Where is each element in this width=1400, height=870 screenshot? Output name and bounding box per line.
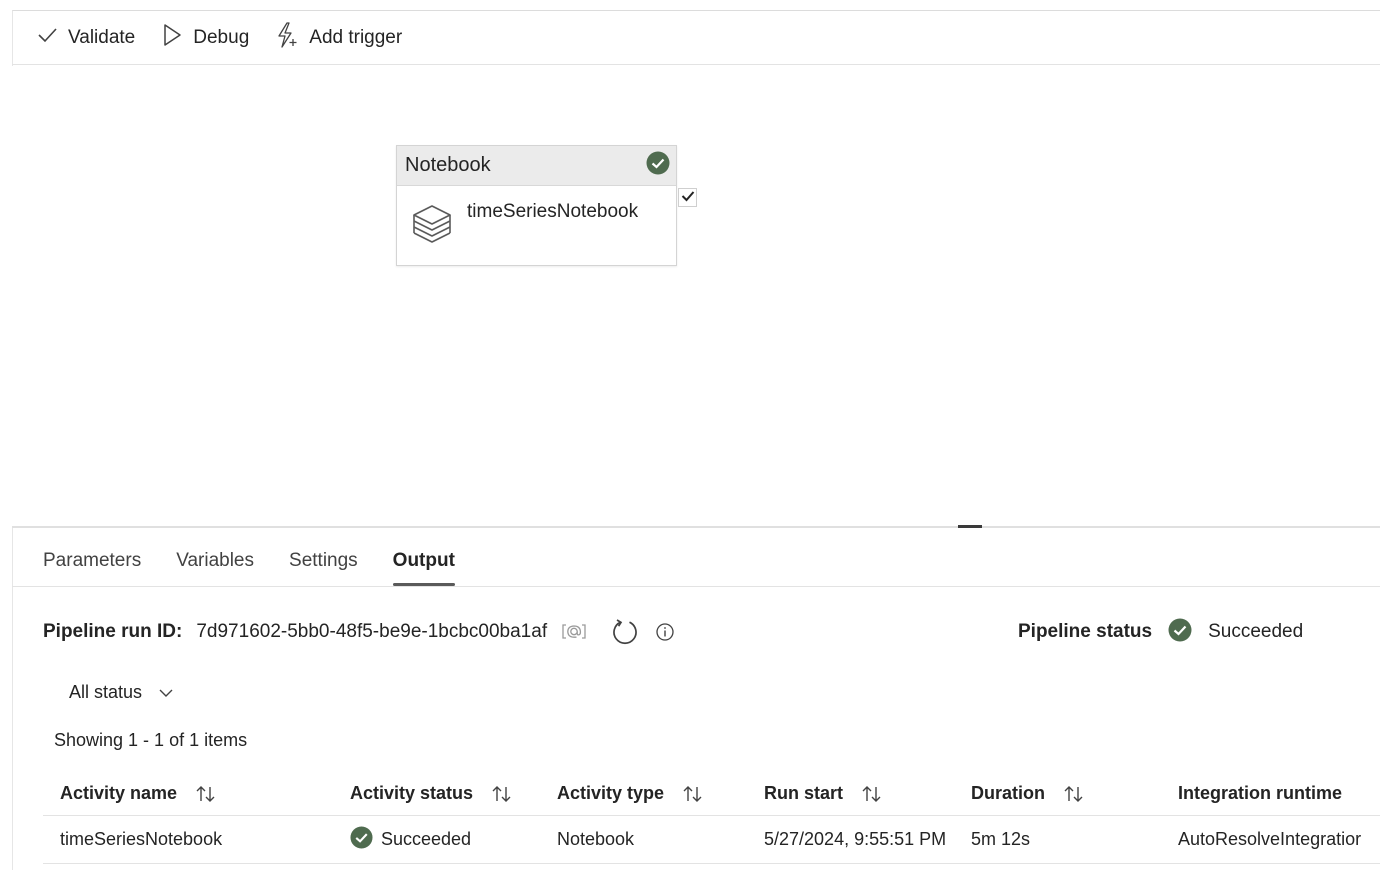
status-filter-value: All status: [69, 681, 143, 702]
debug-button[interactable]: Debug: [161, 11, 249, 64]
success-check-icon: [1168, 618, 1192, 647]
tab-variables[interactable]: Variables: [176, 540, 254, 586]
info-icon[interactable]: [655, 622, 675, 642]
status-filter-dropdown[interactable]: All status: [69, 678, 174, 706]
cell-duration: 5m 12s: [971, 829, 1031, 849]
pipeline-run-id-label: Pipeline run ID:: [43, 621, 183, 642]
activity-runs-table: Activity name Activity status Activity t…: [43, 772, 1380, 864]
cell-run-start: 5/27/2024, 9:55:51 PM: [764, 829, 947, 849]
column-header-label: Activity type: [557, 783, 665, 803]
add-trigger-label: Add trigger: [309, 26, 403, 48]
items-count-text: Showing 1 - 1 of 1 items: [54, 730, 248, 750]
pipeline-status-label: Pipeline status: [1018, 621, 1153, 642]
sort-icon[interactable]: [861, 784, 883, 804]
activity-node-header: Notebook: [397, 146, 676, 186]
table-header-row: Activity name Activity status Activity t…: [43, 772, 1380, 816]
splitter-grip[interactable]: [958, 525, 982, 528]
pipeline-status-value: Succeeded: [1208, 621, 1304, 642]
checkmark-icon: [36, 25, 68, 51]
column-header-activity-status[interactable]: Activity status: [333, 783, 540, 804]
chevron-down-icon: [142, 682, 174, 703]
column-header-label: Activity name: [60, 783, 178, 803]
sort-icon[interactable]: [195, 784, 217, 804]
column-header-run-start[interactable]: Run start: [747, 783, 954, 804]
pipeline-toolbar: Validate Debug Add trigger: [12, 11, 1380, 65]
column-header-integration-runtime[interactable]: Integration runtime: [1161, 783, 1380, 804]
validate-button[interactable]: Validate: [36, 11, 135, 64]
pipeline-status: Pipeline status Succeeded: [1018, 616, 1303, 648]
tab-parameters[interactable]: Parameters: [43, 540, 141, 586]
activity-status-text: Succeeded: [381, 829, 472, 849]
pipeline-run-info: Pipeline run ID: 7d971602-5bb0-48f5-be9e…: [43, 616, 675, 648]
column-header-activity-type[interactable]: Activity type: [540, 783, 747, 804]
activity-type-label: Notebook: [405, 154, 491, 176]
sort-icon[interactable]: [491, 784, 513, 804]
validate-label: Validate: [68, 26, 136, 48]
table-row[interactable]: timeSeriesNotebook Succeeded Notebook 5/…: [43, 816, 1380, 864]
sort-icon[interactable]: [682, 784, 704, 804]
panel-splitter[interactable]: [12, 526, 1380, 528]
pipeline-run-id-value: 7d971602-5bb0-48f5-be9e-1bcbc00ba1af: [196, 621, 548, 642]
activity-node-body: timeSeriesNotebook: [397, 186, 676, 251]
lightning-add-icon: [275, 21, 309, 54]
pipeline-canvas[interactable]: Notebook timeSeriesNotebook: [12, 66, 1380, 526]
tab-settings[interactable]: Settings: [289, 540, 358, 586]
column-header-duration[interactable]: Duration: [954, 783, 1161, 804]
checkmark-icon: [681, 189, 695, 207]
refresh-icon[interactable]: [611, 618, 639, 646]
copy-icon[interactable]: [561, 623, 587, 641]
debug-label: Debug: [193, 26, 250, 48]
column-header-activity-name[interactable]: Activity name: [43, 783, 333, 804]
cell-integration-runtime: AutoResolveIntegratior: [1178, 829, 1362, 849]
cell-activity-type: Notebook: [557, 829, 635, 849]
success-check-icon: [646, 151, 670, 180]
notebook-layers-icon: [411, 200, 467, 251]
cell-activity-name[interactable]: timeSeriesNotebook: [43, 829, 333, 850]
column-header-label: Duration: [971, 783, 1045, 803]
play-icon: [161, 23, 193, 53]
success-output-connector[interactable]: [678, 188, 697, 207]
add-trigger-button[interactable]: Add trigger: [275, 11, 402, 64]
notebook-activity-node[interactable]: Notebook timeSeriesNotebook: [396, 145, 677, 266]
column-header-label: Activity status: [350, 783, 474, 803]
success-check-icon: [350, 825, 381, 854]
sort-icon[interactable]: [1063, 784, 1085, 804]
properties-tab-bar: Parameters Variables Settings Output: [12, 540, 1380, 587]
tab-output[interactable]: Output: [392, 540, 456, 586]
activity-name-label: timeSeriesNotebook: [467, 201, 639, 222]
column-header-label: Integration runtime: [1178, 783, 1343, 803]
column-header-label: Run start: [764, 783, 844, 803]
cell-activity-status: Succeeded: [333, 825, 540, 854]
